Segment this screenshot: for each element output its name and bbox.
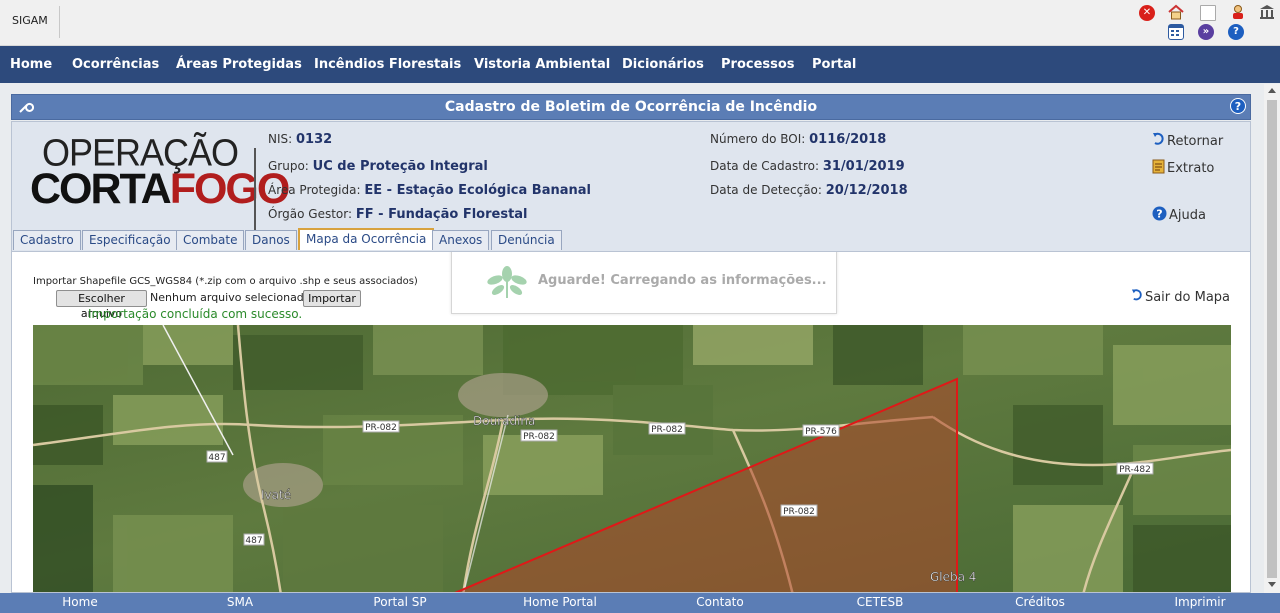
grupo-field: Grupo: UC de Proteção Integral	[268, 159, 488, 174]
map-road-label: 487	[208, 453, 225, 463]
leaf-logo-icon	[484, 265, 530, 303]
footer-imprimir[interactable]: Imprimir	[1174, 595, 1225, 609]
footer-portal-sp[interactable]: Portal SP	[373, 595, 426, 609]
footer-home-portal[interactable]: Home Portal	[523, 595, 597, 609]
help-icon[interactable]: ?	[1228, 24, 1244, 40]
tab-denuncia[interactable]: Denúncia	[491, 230, 562, 250]
import-shapefile-label: Importar Shapefile GCS_WGS84 (*.zip com …	[33, 276, 418, 287]
chevron-down-circle-icon[interactable]: »	[1198, 24, 1214, 40]
logo-divider	[254, 148, 256, 232]
tab-danos[interactable]: Danos	[245, 230, 297, 250]
import-button[interactable]: Importar	[303, 290, 361, 307]
user-icon[interactable]	[1230, 4, 1246, 20]
brand-divider	[59, 6, 60, 38]
file-status: Nenhum arquivo selecionado	[150, 291, 311, 304]
map-road-label: 487	[245, 536, 262, 546]
choose-file-button[interactable]: Escolher arquivo	[56, 290, 147, 320]
page-title: Cadastro de Boletim de Ocorrência de Inc…	[444, 99, 818, 115]
operacao-corta-fogo-logo: OPERAÇÃO CORTAFOGO	[30, 130, 290, 213]
map-place-label: Gleba 4	[930, 570, 976, 584]
tab-mapa-da-ocorrencia[interactable]: Mapa da Ocorrência	[298, 228, 435, 250]
document-icon	[1152, 159, 1165, 174]
map-tab-content: Importar Shapefile GCS_WGS84 (*.zip com …	[11, 251, 1251, 593]
nav-ocorrencias[interactable]: Ocorrências	[72, 57, 159, 72]
svg-text:?: ?	[1156, 208, 1162, 221]
help-icon: ?	[1152, 206, 1167, 221]
calendar-icon[interactable]	[1168, 24, 1184, 40]
nav-home[interactable]: Home	[10, 57, 52, 72]
scrollbar-thumb[interactable]	[1267, 100, 1277, 578]
building-icon[interactable]	[1259, 4, 1275, 20]
footer-cetesb[interactable]: CETESB	[857, 595, 904, 609]
ajuda-link[interactable]: ? Ajuda	[1152, 206, 1206, 223]
nav-portal[interactable]: Portal	[812, 57, 856, 72]
map-road-label: PR-082	[651, 425, 683, 435]
import-success-message: Importação concluída com sucesso.	[88, 307, 303, 321]
nav-areas-protegidas[interactable]: Áreas Protegidas	[176, 57, 302, 72]
data-cadastro-field: Data de Cadastro: 31/01/2019	[710, 159, 905, 174]
tab-combate[interactable]: Combate	[176, 230, 245, 250]
map-road-label: PR-576	[805, 427, 837, 437]
nav-dicionarios[interactable]: Dicionários	[622, 57, 704, 72]
area-protegida-field: Área Protegida: EE - Estação Ecológica B…	[268, 183, 591, 198]
numero-boi-field: Número do BOI: 0116/2018	[710, 132, 887, 147]
satellite-map[interactable]: PR-082 PR-082 PR-082 PR-576 PR-082 PR-48…	[33, 325, 1231, 592]
map-road-label: PR-082	[783, 507, 815, 517]
nav-vistoria-ambiental[interactable]: Vistoria Ambiental	[474, 57, 610, 72]
nis-field: NIS: 0132	[268, 132, 333, 147]
page-scrollbar[interactable]	[1264, 84, 1280, 593]
tab-cadastro[interactable]: Cadastro	[13, 230, 81, 250]
retornar-link[interactable]: Retornar	[1152, 132, 1223, 149]
footer-sma[interactable]: SMA	[227, 595, 253, 609]
main-nav: Home Ocorrências Áreas Protegidas Incênd…	[0, 46, 1280, 83]
return-arrow-icon	[1152, 132, 1165, 147]
footer-contato[interactable]: Contato	[696, 595, 743, 609]
scroll-up-arrow[interactable]	[1268, 88, 1276, 93]
footer-bar: Home SMA Portal SP Home Portal Contato C…	[0, 593, 1280, 613]
loading-message: Aguarde! Carregando as informações...	[538, 273, 827, 288]
map-place-label: Douradina	[473, 414, 535, 428]
footer-home[interactable]: Home	[62, 595, 97, 609]
home-icon[interactable]	[1168, 4, 1184, 20]
panel-header: Cadastro de Boletim de Ocorrência de Inc…	[11, 94, 1251, 120]
app-brand: SIGAM	[12, 14, 48, 27]
nav-incendios-florestais[interactable]: Incêndios Florestais	[314, 57, 461, 72]
broken-image-icon[interactable]	[1200, 5, 1216, 21]
top-bar: SIGAM ✕ » ?	[0, 0, 1280, 46]
exit-map-link[interactable]: Sair do Mapa	[1131, 288, 1230, 307]
data-deteccao-field: Data de Detecção: 20/12/2018	[710, 183, 908, 198]
map-place-label: Ivaté	[261, 488, 291, 502]
orgao-gestor-field: Órgão Gestor: FF - Fundação Florestal	[268, 207, 528, 222]
tab-anexos[interactable]: Anexos	[432, 230, 490, 250]
map-road-label: PR-082	[365, 423, 397, 433]
loading-overlay: Aguarde! Carregando as informações...	[451, 252, 837, 314]
extrato-link[interactable]: Extrato	[1152, 159, 1214, 176]
close-icon[interactable]: ✕	[1139, 5, 1155, 21]
map-road-label: PR-082	[523, 432, 555, 442]
scroll-down-arrow[interactable]	[1268, 582, 1276, 587]
footer-creditos[interactable]: Créditos	[1015, 595, 1065, 609]
map-road-label: PR-482	[1119, 465, 1151, 475]
return-arrow-icon	[1131, 288, 1143, 307]
nav-processos[interactable]: Processos	[721, 57, 795, 72]
tab-especificacao[interactable]: Especificação	[82, 230, 178, 250]
help-icon[interactable]: ?	[1230, 98, 1246, 114]
